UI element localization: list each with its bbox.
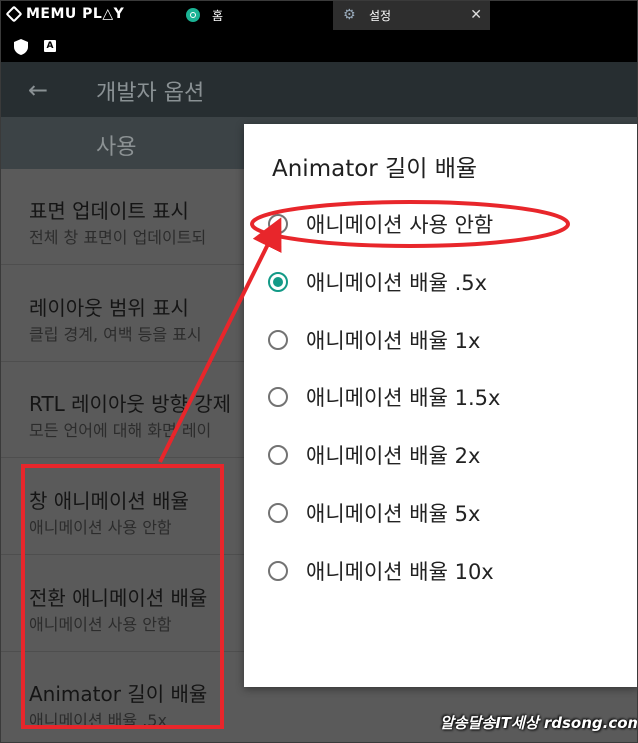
dialog-option-label: 애니메이션 배율 10x	[306, 560, 494, 584]
memu-logo-icon	[5, 5, 23, 23]
memu-logo-text: MEMU PL△Y	[26, 6, 125, 22]
list-item-subtitle: 애니메이션 사용 안함	[29, 518, 172, 537]
dialog-option-label: 애니메이션 배율 .5x	[306, 271, 488, 295]
list-item-subtitle: 클립 경계, 여백 등을 표시	[29, 325, 202, 344]
radio-button[interactable]	[268, 561, 288, 581]
animator-duration-dialog: Animator 길이 배율 애니메이션 사용 안함 애니메이션 배율 .5x …	[244, 124, 638, 687]
app-bar: ← 개발자 옵션	[0, 62, 638, 117]
list-item-subtitle: 전체 창 표면이 업데이트되	[29, 228, 207, 247]
list-item-title: 표면 업데이트 표시	[29, 199, 189, 223]
list-item-title: Animator 길이 배율	[29, 682, 208, 706]
android-status-bar: A	[0, 30, 638, 62]
dialog-option[interactable]: 애니메이션 사용 안함	[268, 199, 618, 249]
dialog-option[interactable]: 애니메이션 배율 2x	[268, 430, 618, 480]
list-item-subtitle: 모든 언어에 대해 화면 레이	[29, 421, 212, 440]
tab-settings[interactable]: ⚙ 설정 ✕	[333, 0, 490, 30]
list-item-subtitle: 애니메이션 배율 .5x	[29, 711, 167, 730]
tab-home[interactable]: 홈	[178, 0, 328, 30]
page-title: 개발자 옵션	[96, 81, 205, 106]
list-item-title: 전환 애니메이션 배율	[29, 586, 208, 610]
list-item-title: RTL 레이아웃 방향 강제	[29, 392, 232, 416]
radio-button[interactable]	[268, 445, 288, 465]
tab-settings-label: 설정	[369, 8, 392, 23]
dialog-option-label: 애니메이션 배율 1.5x	[306, 386, 501, 410]
dialog-option[interactable]: 애니메이션 배율 5x	[268, 488, 618, 538]
radio-button-selected[interactable]	[268, 272, 288, 292]
radio-button[interactable]	[268, 503, 288, 523]
emulator-titlebar: MEMU PL△Y 홈 ⚙ 설정 ✕	[0, 0, 638, 30]
radio-button[interactable]	[268, 387, 288, 407]
home-app-icon	[186, 8, 200, 22]
dialog-option-label: 애니메이션 배율 1x	[306, 329, 481, 353]
dialog-option[interactable]: 애니메이션 배율 10x	[268, 546, 618, 596]
watermark: 알송달송IT세상 rdsong.com	[440, 714, 638, 732]
dialog-title: Animator 길이 배율	[272, 156, 478, 182]
radio-button[interactable]	[268, 330, 288, 350]
close-icon[interactable]: ✕	[470, 7, 482, 23]
use-toggle-label: 사용	[96, 135, 137, 160]
dialog-option-label: 애니메이션 사용 안함	[306, 213, 494, 237]
gear-icon: ⚙	[343, 7, 356, 23]
dialog-option[interactable]: 애니메이션 배율 1x	[268, 315, 618, 365]
tab-home-label: 홈	[212, 8, 224, 23]
back-arrow-icon[interactable]: ←	[28, 76, 48, 104]
shield-icon	[14, 39, 28, 55]
list-item-title: 레이아웃 범위 표시	[29, 296, 189, 320]
memu-logo: MEMU PL△Y	[5, 5, 125, 23]
dialog-option-label: 애니메이션 배율 5x	[306, 502, 481, 526]
list-item-title: 창 애니메이션 배율	[29, 489, 189, 513]
radio-button[interactable]	[268, 214, 288, 234]
dialog-option[interactable]: 애니메이션 배율 1.5x	[268, 372, 618, 422]
dialog-option[interactable]: 애니메이션 배율 .5x	[268, 257, 618, 307]
dialog-option-label: 애니메이션 배율 2x	[306, 444, 481, 468]
list-item-subtitle: 애니메이션 사용 안함	[29, 615, 172, 634]
a-icon: A	[44, 40, 56, 52]
